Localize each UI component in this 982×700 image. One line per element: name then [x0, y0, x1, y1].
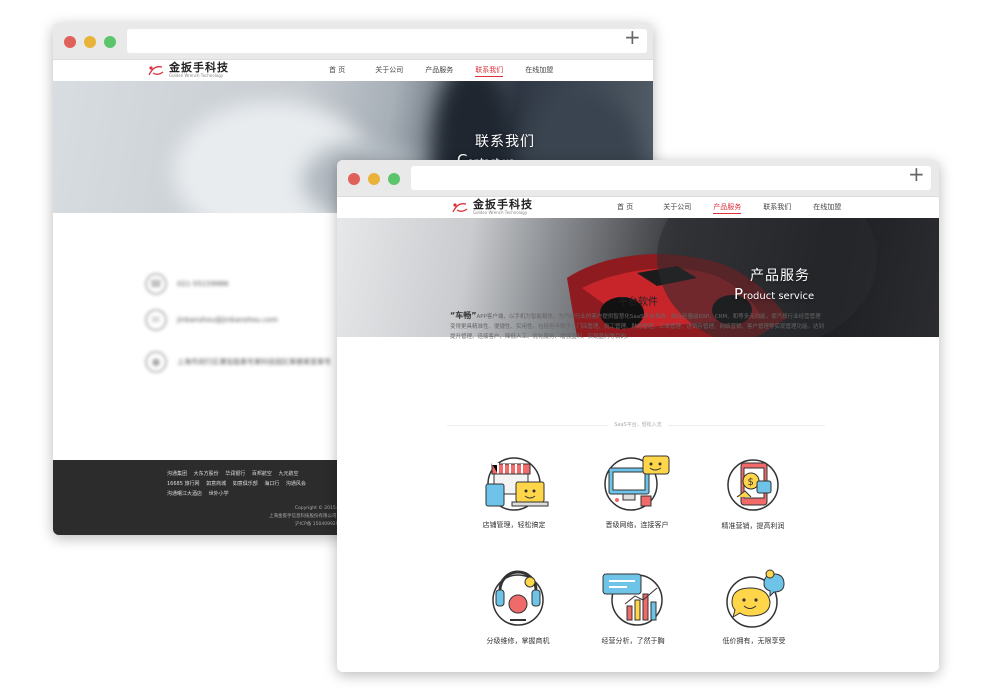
location-icon: ●	[145, 351, 167, 373]
main-menu: 首 页 关于公司 产品服务 联系我们 在线加盟	[329, 65, 553, 77]
banner-title-cn: 联系我们	[475, 134, 535, 150]
nav-about[interactable]: 关于公司	[375, 65, 403, 77]
feature-price[interactable]: 低价拥有，无限享受	[694, 568, 814, 646]
wrench-logo-icon	[452, 202, 468, 212]
nav-join[interactable]: 在线加盟	[525, 65, 553, 77]
new-tab-plus-icon[interactable]: +	[908, 162, 925, 186]
footer-link[interactable]: 大东方股份	[194, 471, 219, 477]
nav-products[interactable]: 产品服务	[713, 202, 742, 214]
site-navbar: 金扳手科技 Golden Wrench Technology 首 页 关于公司 …	[53, 60, 653, 81]
browser-chrome: +	[53, 23, 653, 60]
logo-cn-text: 金扳手科技	[169, 61, 229, 74]
price-icon	[726, 569, 785, 628]
footer-link[interactable]: 九元航空	[278, 471, 298, 477]
close-window-dot[interactable]	[64, 36, 76, 48]
repair-icon	[492, 570, 544, 626]
svg-text:$: $	[748, 477, 754, 488]
footer-link[interactable]: 沟通风会	[286, 481, 306, 487]
footer-link[interactable]: 沟通集团	[167, 471, 187, 477]
footer-link[interactable]: 世外小学	[209, 491, 229, 497]
nav-contact[interactable]: 联系我们	[475, 65, 504, 77]
footer-copyright: Copyright © 2015-2 上海金扳手信息科技股份有限公司 * 沪IC…	[269, 506, 341, 527]
nav-join[interactable]: 在线加盟	[813, 202, 841, 214]
logo-en-text: Golden Wrench Technology	[169, 73, 224, 78]
nav-home[interactable]: 首 页	[617, 202, 633, 214]
footer-link[interactable]: 16685 旅行网	[167, 481, 200, 487]
minimize-window-dot[interactable]	[368, 173, 380, 185]
footer-links: 沟通集团 大东方股份 华润银行 百邦航空 九元航空 16685 旅行网 如意商城…	[167, 469, 342, 499]
browser-chrome: +	[337, 160, 939, 197]
network-icon	[604, 455, 670, 511]
main-menu: 首 页 关于公司 产品服务 联系我们 在线加盟	[617, 202, 841, 214]
feature-analytics[interactable]: 经营分析，了然于胸	[573, 568, 693, 646]
minimize-window-dot[interactable]	[84, 36, 96, 48]
footer-link[interactable]: 海口行	[264, 481, 279, 487]
footer-link[interactable]: 如意俱乐部	[233, 481, 258, 487]
analytics-icon	[602, 573, 663, 626]
logo-en-text: Golden Wrench Technology	[473, 210, 528, 215]
address-bar[interactable]	[411, 166, 931, 190]
logo-cn-text: 金扳手科技	[473, 198, 533, 211]
new-tab-plus-icon[interactable]: +	[624, 25, 641, 49]
contact-email: ✉ jinbanshou@jinbanshou.com	[145, 309, 278, 331]
footer-link[interactable]: 华润银行	[225, 471, 245, 477]
banner-title-cn: 产品服务	[750, 268, 810, 284]
nav-home[interactable]: 首 页	[329, 65, 345, 77]
maximize-window-dot[interactable]	[388, 173, 400, 185]
feature-marketing[interactable]: $ 精准营销，提高利润	[693, 455, 813, 531]
divider-label: SaaS平台，轻松入支	[337, 421, 939, 428]
footer-link[interactable]: 如意商城	[206, 481, 226, 487]
intro-brand: “车畅”	[450, 311, 477, 320]
close-window-dot[interactable]	[348, 173, 360, 185]
phone-icon: ☎	[145, 273, 167, 295]
footer-link[interactable]: 沟通曙江大酒店	[167, 491, 202, 497]
feature-store[interactable]: 店铺管理，轻松搞定	[454, 454, 574, 530]
marketing-icon: $	[727, 459, 779, 511]
address-bar[interactable]	[127, 29, 647, 53]
intro-text: APP客户端，以手机为智能载体，为汽修行业的客户提供智慧化SaaS平台系统，融合…	[450, 314, 825, 340]
nav-products[interactable]: 产品服务	[425, 65, 453, 77]
intro-paragraph: “车畅”APP客户端，以手机为智能载体，为汽修行业的客户提供智慧化SaaS平台系…	[450, 311, 825, 342]
mail-icon: ✉	[145, 309, 167, 331]
section-title: 平台软件	[618, 297, 658, 308]
wrench-logo-icon	[148, 65, 164, 75]
maximize-window-dot[interactable]	[104, 36, 116, 48]
site-logo[interactable]: 金扳手科技 Golden Wrench Technology	[451, 199, 533, 216]
footer-link[interactable]: 百邦航空	[252, 471, 272, 477]
store-icon	[485, 457, 549, 511]
contact-phone: ☎ 021-55159966	[145, 273, 229, 295]
contact-address: ● 上海市闵行区漕宝路某号某科技园区某楼某室某号	[145, 351, 331, 373]
feature-repair[interactable]: 分级维修，掌握商机	[458, 570, 578, 646]
feature-network[interactable]: 晋级网络，连接客户	[577, 452, 697, 530]
nav-contact[interactable]: 联系我们	[763, 202, 791, 214]
browser-window-products: + 金扳手科技 Golden Wrench Technology 首 页 关于公…	[337, 160, 939, 672]
nav-about[interactable]: 关于公司	[663, 202, 691, 214]
site-navbar: 金扳手科技 Golden Wrench Technology 首 页 关于公司 …	[337, 197, 939, 218]
site-logo[interactable]: 金扳手科技 Golden Wrench Technology	[147, 62, 229, 79]
